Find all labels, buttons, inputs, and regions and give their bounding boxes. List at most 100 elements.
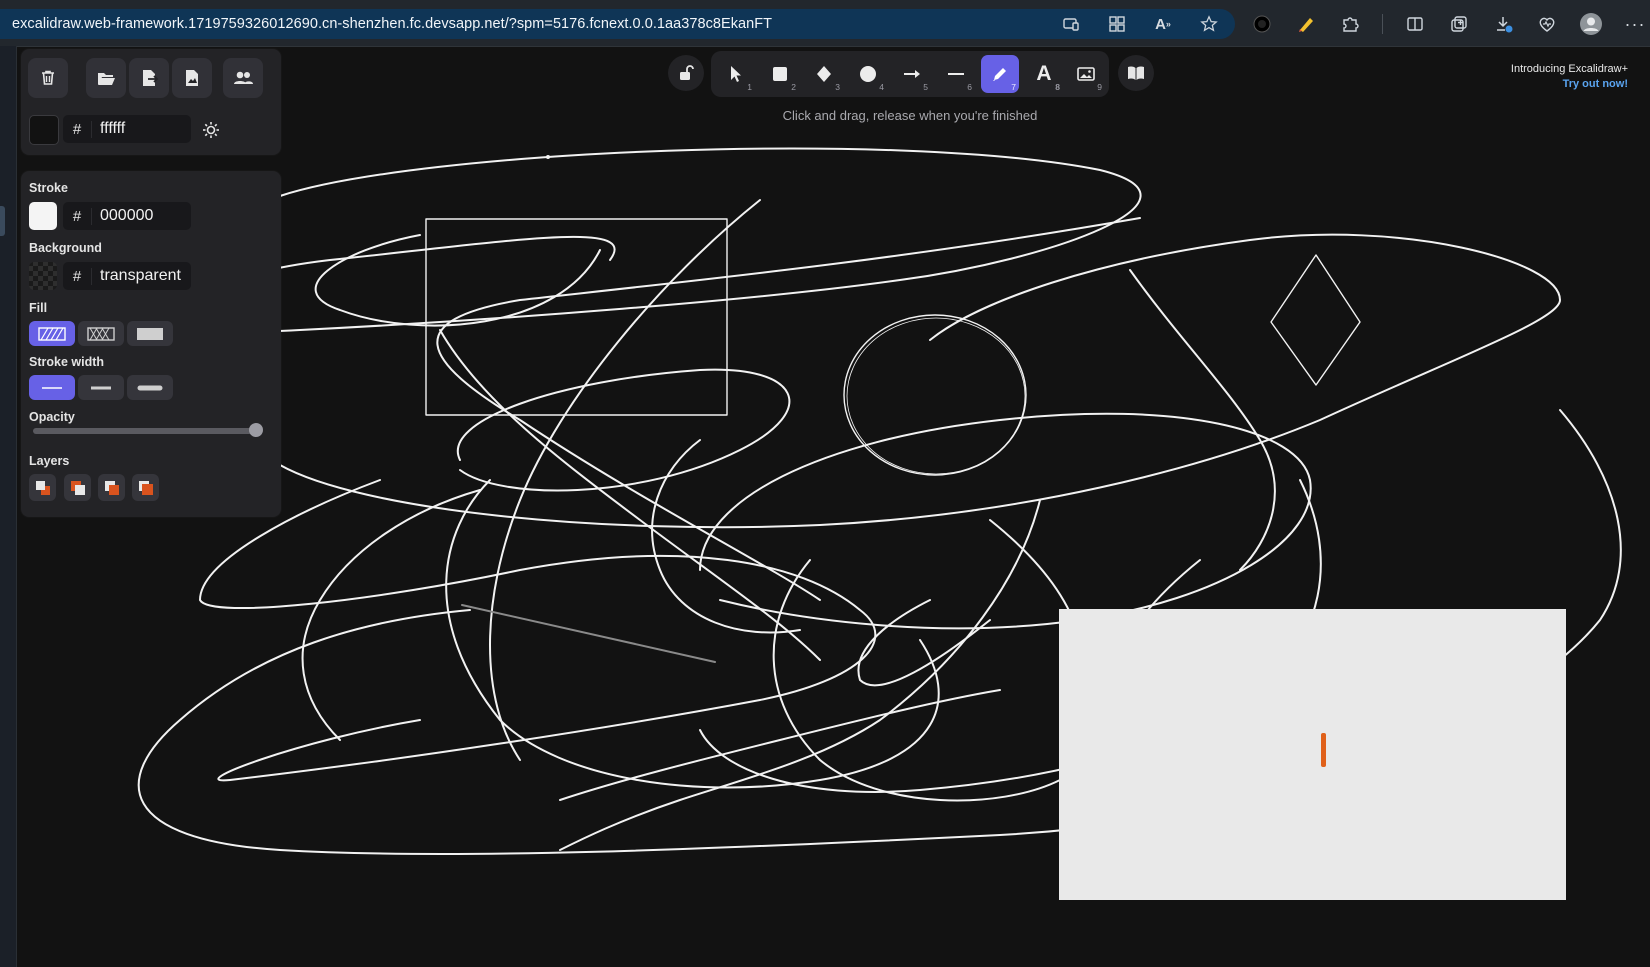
- diamond-shape: [1270, 254, 1361, 386]
- excalidraw-plus-promo[interactable]: Introducing Excalidraw+ Try out now!: [1511, 62, 1628, 92]
- tool-selection[interactable]: 1: [717, 55, 755, 93]
- save-file-button[interactable]: [129, 58, 169, 98]
- lock-tool-button[interactable]: [668, 55, 704, 91]
- stroke-color-input[interactable]: # 000000: [63, 202, 191, 230]
- book-icon: [1128, 66, 1144, 80]
- tool-shortcut: 2: [791, 82, 796, 92]
- bring-forward-button[interactable]: [98, 474, 125, 501]
- background-color-value[interactable]: transparent: [92, 267, 181, 285]
- shapes-toolbar: 1 2 3 4 5 6 7 A 8 9: [711, 51, 1109, 97]
- properties-panel: Stroke # 000000 Background # transparent…: [21, 171, 281, 517]
- solid-fill-icon: [137, 327, 163, 340]
- stroke-color-swatch[interactable]: [29, 202, 57, 230]
- cross-hatch-fill-icon: [87, 326, 115, 341]
- freedraw-stroke: [559, 689, 1001, 801]
- thin-line-icon: [42, 386, 62, 389]
- hash-symbol: #: [63, 120, 92, 138]
- theme-toggle-button[interactable]: [198, 117, 224, 143]
- bring-forward-icon: [104, 480, 119, 495]
- text-editor-box[interactable]: [1059, 609, 1566, 900]
- extensions-puzzle-icon[interactable]: [1338, 12, 1362, 36]
- browser-essentials-icon[interactable]: [1535, 12, 1559, 36]
- tool-hint: Click and drag, release when you're fini…: [782, 108, 1038, 123]
- live-collaboration-button[interactable]: [223, 58, 263, 98]
- sun-icon: [203, 122, 219, 138]
- canvas-background-input[interactable]: # ffffff: [63, 115, 191, 143]
- collections-icon[interactable]: [1447, 12, 1471, 36]
- canvas-background-value[interactable]: ffffff: [92, 120, 125, 138]
- text-caret: [1321, 733, 1326, 767]
- stroke-width-label: Stroke width: [29, 355, 105, 369]
- stroke-width-bold-button[interactable]: [78, 375, 124, 400]
- split-screen-icon[interactable]: [1403, 12, 1427, 36]
- freedraw-stroke: [456, 368, 791, 492]
- background-label: Background: [29, 241, 102, 255]
- address-bar[interactable]: excalidraw.web-framework.171975932601269…: [0, 9, 1235, 39]
- open-file-button[interactable]: [86, 58, 126, 98]
- favorite-star-icon[interactable]: [1197, 12, 1221, 36]
- export-image-button[interactable]: [172, 58, 212, 98]
- freedraw-stroke: [772, 559, 1061, 802]
- canvas-background-swatch[interactable]: [29, 115, 59, 145]
- tool-shortcut: 9: [1097, 82, 1102, 92]
- diamond-icon: [817, 66, 831, 82]
- rectangle-icon: [773, 67, 787, 81]
- fill-cross-hatch-button[interactable]: [78, 321, 124, 346]
- extension-highlighter-icon[interactable]: [1294, 12, 1318, 36]
- read-aloud-icon[interactable]: A»: [1151, 12, 1175, 36]
- freedraw-stroke: [314, 234, 601, 327]
- pointer-icon: [731, 66, 741, 82]
- more-options-icon[interactable]: ···: [1623, 12, 1647, 36]
- background-color-input[interactable]: # transparent: [63, 262, 191, 290]
- tool-shortcut: 3: [835, 82, 840, 92]
- unlock-icon: [680, 65, 694, 80]
- pencil-icon: [993, 68, 1006, 81]
- tool-shortcut: 5: [923, 82, 928, 92]
- opacity-slider-thumb[interactable]: [249, 423, 263, 437]
- bring-to-front-button[interactable]: [132, 474, 159, 501]
- tool-image[interactable]: 9: [1067, 55, 1105, 93]
- freedraw-stroke: [489, 199, 761, 761]
- tool-rectangle[interactable]: 2: [761, 55, 799, 93]
- apps-icon[interactable]: [1105, 12, 1129, 36]
- promo-link[interactable]: Try out now!: [1511, 77, 1628, 92]
- export-image-icon: [186, 70, 198, 86]
- clear-canvas-button[interactable]: [28, 58, 68, 98]
- reader-view-icon[interactable]: [1059, 12, 1083, 36]
- url-text[interactable]: excalidraw.web-framework.171975932601269…: [12, 16, 772, 32]
- tool-text[interactable]: A 8: [1025, 55, 1063, 93]
- background-color-swatch[interactable]: [29, 262, 57, 290]
- opacity-label: Opacity: [29, 410, 75, 424]
- line-shape: [461, 604, 716, 663]
- bold-line-icon: [91, 386, 111, 389]
- downloads-icon[interactable]: [1491, 12, 1515, 36]
- profile-avatar-icon[interactable]: [1579, 12, 1603, 36]
- send-to-back-button[interactable]: [29, 474, 56, 501]
- fill-solid-button[interactable]: [127, 321, 173, 346]
- library-button[interactable]: [1118, 55, 1154, 91]
- freedraw-stroke: [189, 147, 1142, 333]
- extension-record-icon[interactable]: [1250, 12, 1274, 36]
- tool-line[interactable]: 6: [937, 55, 975, 93]
- tool-shortcut: 8: [1055, 82, 1060, 92]
- tool-draw[interactable]: 7: [981, 55, 1019, 93]
- stroke-color-value[interactable]: 000000: [92, 207, 153, 225]
- fill-hachure-button[interactable]: [29, 321, 75, 346]
- toolbar-separator: [1382, 14, 1383, 34]
- stroke-width-extra-bold-button[interactable]: [127, 375, 173, 400]
- tool-arrow[interactable]: 5: [893, 55, 931, 93]
- send-backward-button[interactable]: [64, 474, 91, 501]
- freedraw-stroke: [279, 233, 1561, 529]
- tool-shortcut: 7: [1011, 82, 1016, 92]
- trash-icon: [42, 70, 54, 85]
- tool-diamond[interactable]: 3: [805, 55, 843, 93]
- opacity-slider[interactable]: [33, 428, 259, 434]
- send-to-back-icon: [35, 480, 50, 495]
- hash-symbol: #: [63, 267, 92, 285]
- text-icon: A: [1036, 62, 1052, 85]
- stroke-width-thin-button[interactable]: [29, 375, 75, 400]
- sidebar-tab[interactable]: [0, 206, 5, 236]
- dot-mark: [546, 155, 550, 159]
- fill-label: Fill: [29, 301, 48, 315]
- tool-ellipse[interactable]: 4: [849, 55, 887, 93]
